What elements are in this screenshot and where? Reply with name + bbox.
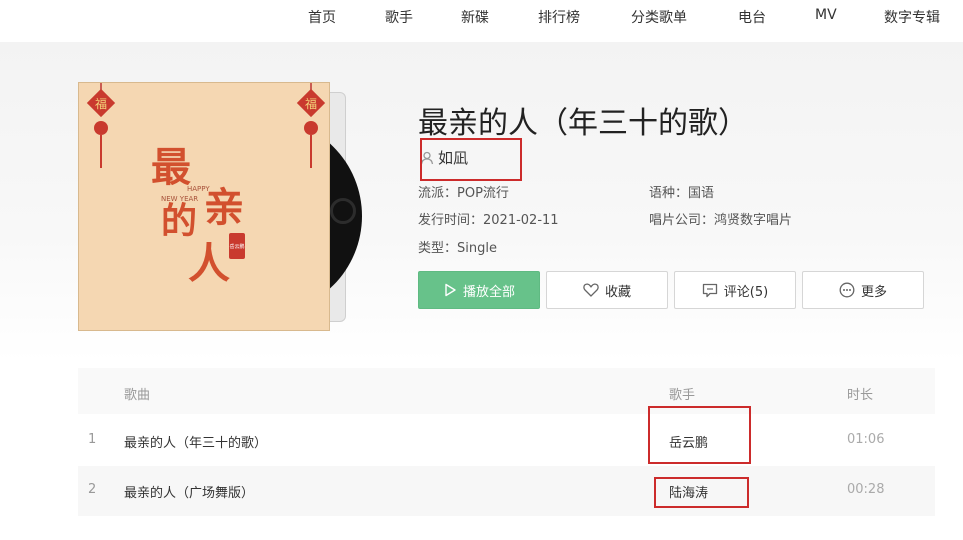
release-label: 发行时间： [418,213,484,228]
song-list-header: 歌曲 歌手 时长 [78,368,935,414]
language-value: 国语 [688,186,715,201]
company-label: 唱片公司： [649,213,715,228]
release-value: 2021-02-11 [483,213,559,228]
song-title[interactable]: 最亲的人（广场舞版） [124,482,254,501]
language-info: 语种：国语 [649,182,714,201]
highlight-box-singer [420,138,522,181]
song-title[interactable]: 最亲的人（年三十的歌） [124,432,267,451]
favorite-button[interactable]: 收藏 [546,271,668,309]
release-info: 发行时间：2021-02-11 [418,209,559,228]
type-value: Single [457,241,497,256]
genre-value[interactable]: POP流行 [457,186,509,201]
nav-charts[interactable]: 排行榜 [538,7,580,27]
cover-seal: 岳云鹏 [229,243,244,250]
cover-title-char-2: 亲 [204,184,244,231]
top-nav: 首页 歌手 新碟 排行榜 分类歌单 电台 MV 数字专辑 [0,0,963,42]
language-label: 语种： [649,186,689,201]
nav-new-albums[interactable]: 新碟 [461,7,489,27]
cover-fu-right: 福 [305,96,317,111]
play-icon [445,283,456,297]
type-label: 类型： [418,241,458,256]
type-info: 类型：Single [418,237,497,256]
comment-button[interactable]: 评论(5) [674,271,796,309]
company-value: 鸿贤数字唱片 [714,213,793,228]
header-duration: 时长 [847,388,874,403]
play-all-button[interactable]: 播放全部 [418,271,540,309]
favorite-label: 收藏 [604,284,631,300]
comment-icon [702,283,717,297]
header-song: 歌曲 [124,388,151,403]
album-cover[interactable]: 福 福 最 亲 的 人 HAPPY NEW YEAR 岳云鹏 [78,82,330,331]
song-duration: 01:06 [847,432,885,447]
album-title: 最亲的人（年三十的歌） [418,106,748,141]
nav-digital-albums[interactable]: 数字专辑 [884,7,940,27]
more-icon [839,282,855,298]
nav-playlists[interactable]: 分类歌单 [631,7,687,27]
vinyl-record-hole [330,198,356,224]
genre-info: 流派：POP流行 [418,182,509,201]
highlight-box-artist-1 [648,406,751,464]
cover-new-year-text: NEW YEAR [161,195,198,203]
song-duration: 00:28 [847,482,885,497]
nav-home[interactable]: 首页 [308,7,336,27]
highlight-box-artist-2 [654,477,749,508]
cover-title-char-1: 最 [151,144,191,191]
album-cover-art: 福 福 最 亲 的 人 HAPPY NEW YEAR 岳云鹏 [79,83,329,330]
cover-happy-text: HAPPY [187,185,210,193]
more-button[interactable]: 更多 [802,271,924,309]
more-label: 更多 [860,284,887,300]
song-row[interactable]: 2 最亲的人（广场舞版） 陆海涛 00:28 [78,466,935,516]
cover-title-char-3: 的 [161,200,197,242]
nav-radio[interactable]: 电台 [738,7,766,27]
nav-singers[interactable]: 歌手 [385,7,413,27]
play-all-label: 播放全部 [462,284,515,300]
song-index: 2 [88,482,97,497]
cover-fu-left: 福 [95,96,107,111]
genre-label: 流派： [418,186,458,201]
heart-icon [583,283,599,297]
song-row[interactable]: 1 最亲的人（年三十的歌） 岳云鹏 01:06 [78,416,935,466]
comment-label: 评论(5) [723,284,769,300]
header-artist: 歌手 [669,388,696,403]
cover-title-char-4: 人 [188,239,230,288]
company-info: 唱片公司：鸿贤数字唱片 [649,209,792,228]
song-index: 1 [88,432,97,447]
nav-mv[interactable]: MV [815,7,837,23]
